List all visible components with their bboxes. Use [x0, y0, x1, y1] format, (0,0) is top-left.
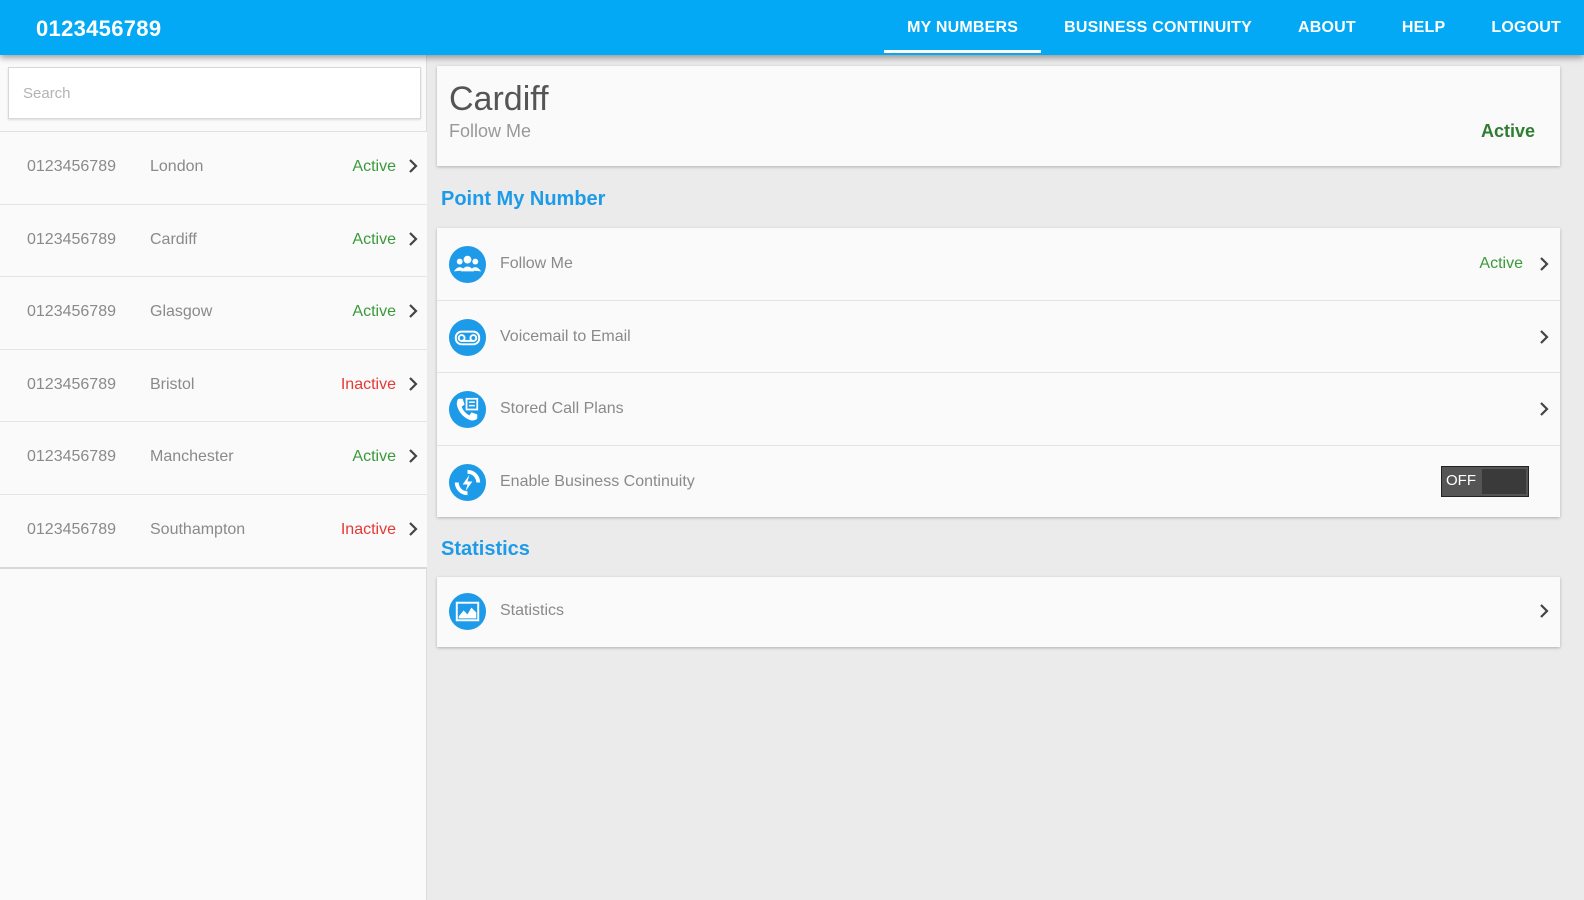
- nav-logout[interactable]: LOGOUT: [1468, 0, 1584, 55]
- number-row-glasgow[interactable]: 0123456789 Glasgow Active: [0, 277, 427, 350]
- people-icon: [448, 245, 487, 284]
- city-text: Southampton: [150, 520, 246, 538]
- chevron-right-icon: [409, 376, 418, 391]
- main-nav: MY NUMBERS BUSINESS CONTINUITY ABOUT HEL…: [884, 0, 1584, 55]
- number-text: 0123456789: [27, 520, 116, 538]
- option-status: Active: [1479, 255, 1523, 272]
- chevron-right-icon: [409, 521, 418, 536]
- chevron-right-icon: [1540, 257, 1549, 271]
- numbers-sidebar: 0123456789 London Active 0123456789 Card…: [0, 55, 427, 900]
- chevron-right-icon: [1540, 604, 1549, 618]
- option-label: Follow Me: [500, 255, 573, 272]
- nav-business-continuity[interactable]: BUSINESS CONTINUITY: [1041, 0, 1275, 55]
- continuity-icon: [448, 463, 487, 501]
- chevron-right-icon: [1540, 402, 1549, 416]
- search-input[interactable]: [9, 68, 420, 118]
- option-stored-call-plans[interactable]: Stored Call Plans: [437, 373, 1560, 446]
- city-text: Glasgow: [150, 303, 213, 320]
- nav-my-numbers[interactable]: MY NUMBERS: [884, 0, 1042, 55]
- location-subtitle: Follow Me: [449, 121, 532, 141]
- option-enable-business-continuity: Enable Business Continuity OFF: [437, 446, 1560, 519]
- number-row-southampton[interactable]: 0123456789 Southampton Inactive: [0, 494, 427, 567]
- chevron-right-icon: [409, 304, 418, 318]
- number-row-london[interactable]: 0123456789 London Active: [0, 132, 427, 205]
- nav-about[interactable]: ABOUT: [1275, 0, 1379, 55]
- city-text: Manchester: [150, 448, 234, 465]
- number-list: 0123456789 London Active 0123456789 Card…: [0, 131, 427, 569]
- number-row-bristol[interactable]: 0123456789 Bristol Inactive: [0, 349, 427, 422]
- number-text: 0123456789: [27, 448, 116, 465]
- search-box: [8, 67, 421, 119]
- number-text: 0123456789: [27, 375, 116, 393]
- chevron-right-icon: [409, 449, 418, 463]
- app-title: 0123456789: [36, 16, 162, 41]
- city-text: Bristol: [150, 375, 195, 393]
- status-text: Active: [352, 448, 396, 465]
- city-text: Cardiff: [150, 230, 197, 248]
- number-text: 0123456789: [27, 230, 116, 248]
- section-title-statistics: Statistics: [441, 538, 530, 560]
- location-title: Cardiff: [449, 80, 549, 118]
- option-label: Statistics: [500, 602, 565, 619]
- chart-icon: [448, 592, 487, 631]
- toggle-label: OFF: [1446, 471, 1476, 489]
- location-status: Active: [1480, 121, 1535, 141]
- option-label: Stored Call Plans: [500, 400, 624, 417]
- section-title-point-my-number: Point My Number: [441, 188, 606, 210]
- nav-help[interactable]: HELP: [1379, 0, 1468, 55]
- number-row-manchester[interactable]: 0123456789 Manchester Active: [0, 422, 427, 495]
- option-follow-me[interactable]: Follow Me Active: [437, 228, 1560, 301]
- status-text: Active: [352, 303, 396, 320]
- status-text: Inactive: [340, 520, 396, 538]
- top-app-bar: 0123456789 MY NUMBERS BUSINESS CONTINUIT…: [0, 0, 1584, 55]
- city-text: London: [150, 158, 204, 175]
- business-continuity-toggle[interactable]: OFF: [1441, 465, 1529, 497]
- phone-book-icon: [448, 390, 487, 429]
- chevron-right-icon: [409, 231, 418, 246]
- number-text: 0123456789: [27, 303, 116, 320]
- number-row-cardiff[interactable]: 0123456789 Cardiff Active: [0, 204, 427, 277]
- option-statistics[interactable]: Statistics: [437, 577, 1560, 650]
- option-label: Enable Business Continuity: [500, 472, 695, 490]
- status-text: Inactive: [340, 375, 396, 393]
- option-label: Voicemail to Email: [500, 327, 631, 345]
- voicemail-icon: [448, 318, 487, 356]
- status-text: Active: [352, 230, 396, 248]
- number-text: 0123456789: [27, 158, 116, 175]
- statistics-card: Statistics: [437, 577, 1560, 647]
- number-detail-header: Cardiff Follow Me Active: [437, 66, 1560, 166]
- option-voicemail-to-email[interactable]: Voicemail to Email: [437, 301, 1560, 373]
- status-text: Active: [352, 158, 396, 175]
- chevron-right-icon: [1540, 329, 1549, 344]
- point-my-number-card: Follow Me Active Voicemail to Email Stor…: [437, 228, 1560, 517]
- chevron-right-icon: [409, 159, 418, 173]
